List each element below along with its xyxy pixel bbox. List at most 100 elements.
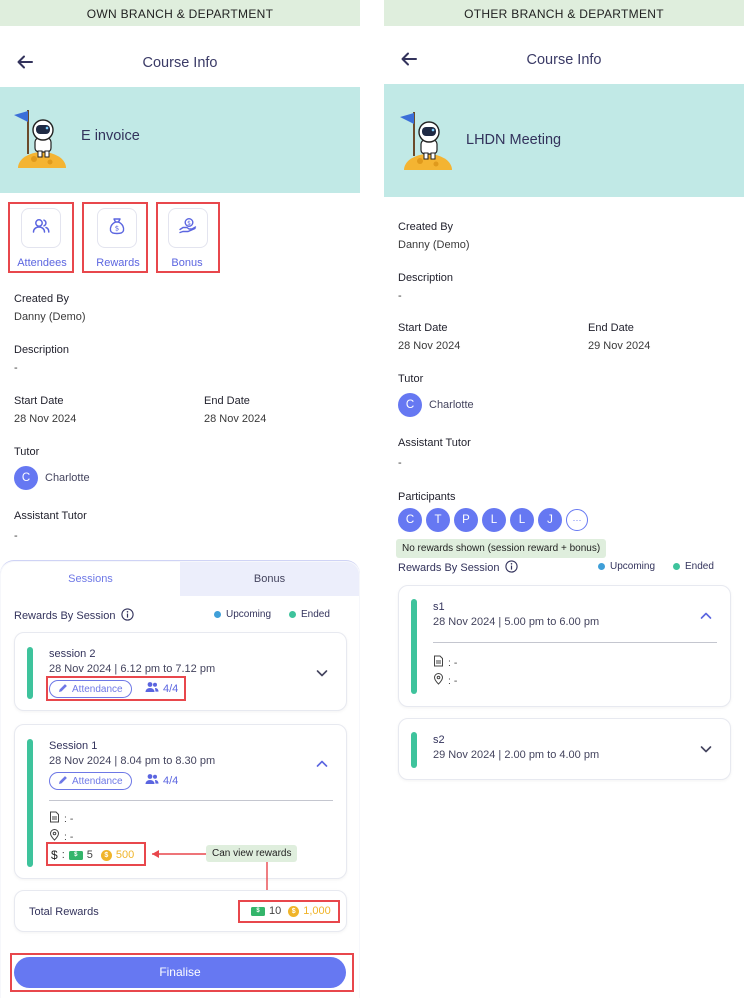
- participant-avatar[interactable]: L: [482, 508, 506, 532]
- panel-banner: OTHER BRANCH & DEPARTMENT: [384, 0, 744, 26]
- attendees-button[interactable]: Attendees: [11, 203, 73, 271]
- upcoming-dot: [214, 611, 221, 618]
- total-rewards-card: Total Rewards $ 10 $ 1,000: [14, 890, 347, 932]
- pencil-icon: [58, 683, 68, 696]
- ended-status-bar: [27, 647, 33, 699]
- course-title: E invoice: [81, 128, 140, 144]
- session-name: s2: [433, 734, 445, 746]
- coin-hand-icon: $: [178, 216, 198, 241]
- rewards-icon-box[interactable]: $: [97, 208, 137, 248]
- start-date-label: Start Date: [14, 395, 64, 407]
- dollar-icon: $: [51, 848, 58, 862]
- users-icon: [145, 773, 159, 788]
- legend-upcoming-label: Upcoming: [610, 561, 656, 572]
- attendees-icon-box[interactable]: [21, 208, 61, 248]
- tutor-avatar: C: [398, 393, 422, 417]
- session-card[interactable]: s2 29 Nov 2024 | 2.00 pm to 4.00 pm: [398, 718, 731, 780]
- legend-ended: Ended: [289, 609, 330, 620]
- rewards-button[interactable]: $ Rewards: [84, 203, 146, 271]
- total-coin-value: 1,000: [303, 905, 331, 917]
- reward-prefix: :: [61, 849, 65, 861]
- session-card[interactable]: session 2 28 Nov 2024 | 6.12 pm to 7.12 …: [14, 632, 347, 711]
- ended-status-bar: [411, 599, 417, 694]
- upcoming-dot: [598, 563, 605, 570]
- session-rewards-row: $ : $ 5 $ 500: [51, 848, 134, 862]
- chevron-down-icon[interactable]: [698, 741, 714, 757]
- start-date-value: 28 Nov 2024: [398, 340, 461, 352]
- location-pin-icon: [49, 829, 60, 844]
- course-hero: E invoice: [0, 87, 360, 193]
- bonus-label: Bonus: [171, 257, 203, 269]
- session-cash-value: 5: [86, 849, 93, 861]
- start-date-label: Start Date: [398, 322, 448, 334]
- bonus-button[interactable]: $ Bonus: [158, 203, 220, 271]
- tutor-label: Tutor: [398, 373, 424, 385]
- chevron-down-icon[interactable]: [314, 665, 330, 681]
- participant-avatar[interactable]: P: [454, 508, 478, 532]
- participants-label: Participants: [398, 491, 456, 503]
- location-value: : -: [448, 674, 458, 687]
- attendance-label: Attendance: [72, 683, 123, 695]
- end-date-label: End Date: [204, 395, 250, 407]
- info-icon[interactable]: [504, 560, 518, 576]
- chevron-up-icon[interactable]: [314, 756, 330, 772]
- chevron-up-icon[interactable]: [698, 608, 714, 624]
- legend-ended: Ended: [673, 561, 714, 572]
- coin-icon: $: [288, 905, 300, 917]
- participant-avatar[interactable]: J: [538, 508, 562, 532]
- tutor-name: Charlotte: [429, 399, 474, 411]
- assistant-tutor-value: -: [14, 530, 18, 542]
- tab-sessions[interactable]: Sessions: [1, 562, 180, 596]
- legend-upcoming-label: Upcoming: [226, 609, 272, 620]
- coin-icon: $: [100, 849, 112, 861]
- legend-ended-label: Ended: [685, 561, 714, 572]
- ended-dot: [673, 563, 680, 570]
- divider: [49, 800, 333, 801]
- page-title: Course Info: [142, 55, 218, 71]
- session-card-expanded[interactable]: s1 28 Nov 2024 | 5.00 pm to 6.00 pm : - …: [398, 585, 731, 707]
- attendance-count: 4/4: [145, 681, 178, 696]
- description-value: -: [398, 290, 402, 302]
- attendance-count-value: 4/4: [163, 774, 179, 787]
- participant-avatar[interactable]: T: [426, 508, 450, 532]
- document-value: : -: [448, 656, 458, 669]
- finalise-button[interactable]: Finalise: [14, 957, 346, 988]
- attendees-label: Attendees: [17, 257, 67, 269]
- info-icon[interactable]: [120, 608, 134, 624]
- attendance-button[interactable]: Attendance: [49, 680, 132, 698]
- assistant-tutor-label: Assistant Tutor: [14, 510, 87, 522]
- document-row: : -: [433, 655, 457, 670]
- tab-bonus[interactable]: Bonus: [180, 562, 359, 596]
- rewards-by-session-heading: Rewards By Session: [398, 560, 518, 576]
- users-icon: [31, 216, 51, 241]
- total-rewards-label: Total Rewards: [29, 906, 99, 918]
- description-label: Description: [398, 272, 454, 284]
- total-cash-value: 10: [269, 905, 282, 917]
- document-icon: [433, 655, 444, 670]
- attendance-button[interactable]: Attendance: [49, 772, 132, 790]
- rewards-label: Rewards: [96, 257, 140, 269]
- page-title: Course Info: [526, 52, 602, 68]
- ended-status-bar: [27, 739, 33, 867]
- rewards-by-session-label: Rewards By Session: [398, 562, 500, 574]
- bonus-icon-box[interactable]: $: [168, 208, 208, 248]
- participant-avatar[interactable]: C: [398, 508, 422, 532]
- left-panel: OWN BRANCH & DEPARTMENT Course Info E in…: [0, 0, 360, 999]
- assistant-tutor-label: Assistant Tutor: [398, 437, 471, 449]
- rewards-by-session-heading: Rewards By Session: [14, 608, 134, 624]
- rewards-by-session-label: Rewards By Session: [14, 610, 116, 622]
- session-name: session 2: [49, 648, 96, 660]
- session-time: 28 Nov 2024 | 6.12 pm to 7.12 pm: [49, 663, 216, 675]
- money-bag-icon: $: [107, 216, 127, 241]
- more-participants-button[interactable]: ···: [566, 509, 588, 531]
- participant-avatar[interactable]: L: [510, 508, 534, 532]
- document-value: : -: [64, 812, 74, 825]
- ended-status-bar: [411, 732, 417, 768]
- session-name: Session 1: [49, 740, 98, 752]
- pencil-icon: [58, 775, 68, 788]
- session-time: 29 Nov 2024 | 2.00 pm to 4.00 pm: [433, 749, 600, 761]
- attendance-count-value: 4/4: [163, 682, 179, 695]
- session-name: s1: [433, 601, 445, 613]
- ended-dot: [289, 611, 296, 618]
- location-row: : -: [433, 673, 457, 688]
